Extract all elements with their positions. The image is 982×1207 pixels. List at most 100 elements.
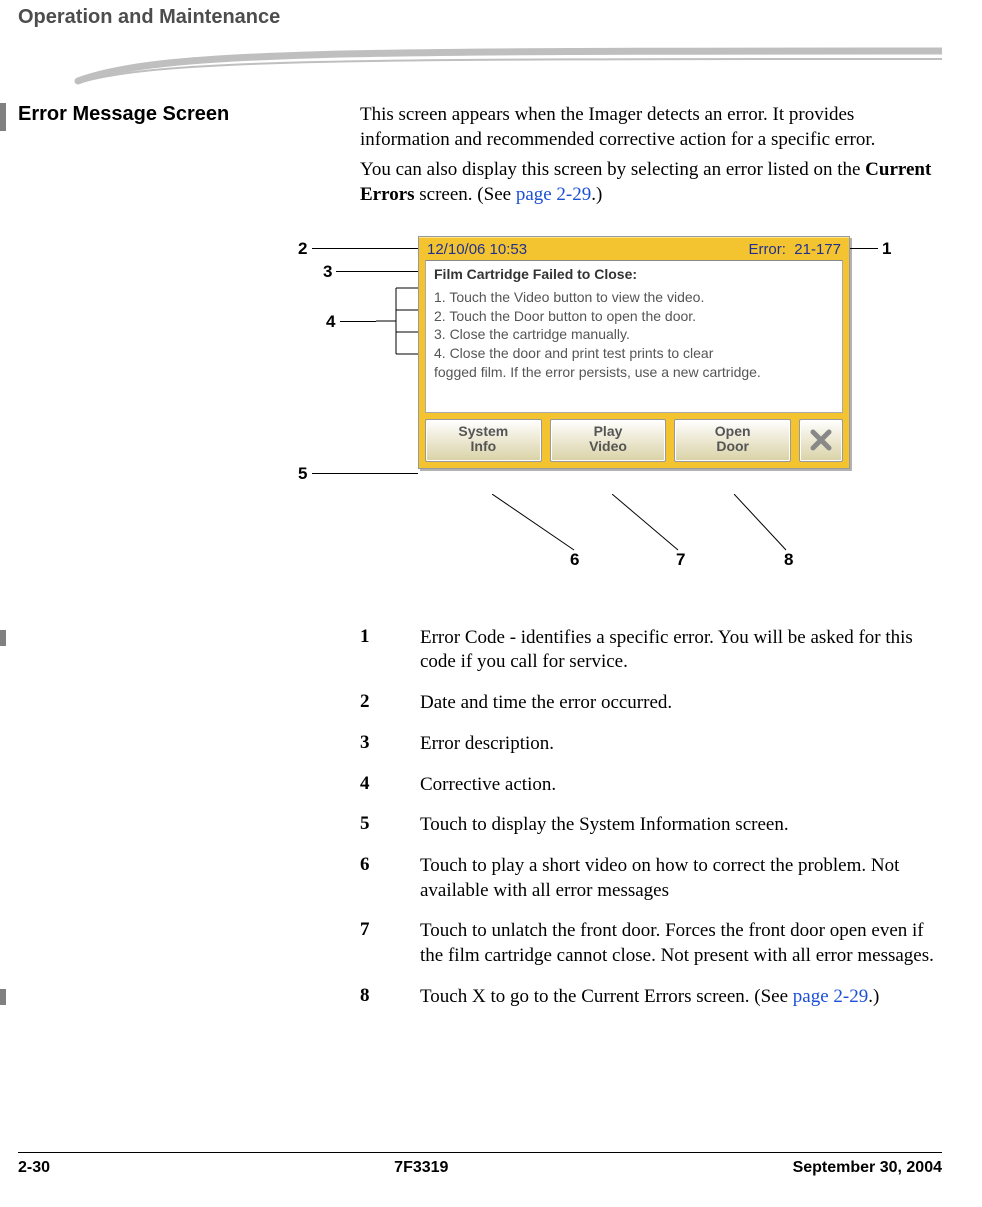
bracket-icon xyxy=(376,286,420,360)
leader-line xyxy=(336,271,418,272)
left-column: Error Message Screen xyxy=(18,103,360,126)
legend-text-span: Touch to unlatch the front door. Forces … xyxy=(420,920,934,966)
open-door-button-l2: Door xyxy=(679,439,786,454)
legend-text-span: Corrective action. xyxy=(420,774,556,795)
intro-para-1: This screen appears when the Imager dete… xyxy=(360,103,942,152)
legend-number: 7 xyxy=(360,919,420,941)
intro-para-2-link[interactable]: page 2-29 xyxy=(516,184,591,205)
legend-text: Corrective action. xyxy=(420,773,942,798)
legend-text-span: Touch xyxy=(420,986,472,1007)
dialog-body-title: Film Cartridge Failed to Close: xyxy=(434,265,834,284)
legend-text: Date and time the error occurred. xyxy=(420,691,942,716)
figure: 2 3 4 5 1 6 7 8 xyxy=(298,236,918,596)
page-link[interactable]: page 2-29 xyxy=(793,986,868,1007)
section-title: Error Message Screen xyxy=(18,103,360,126)
legend-row: 2Date and time the error occurred. xyxy=(360,691,942,716)
legend-number: 6 xyxy=(360,854,420,876)
legend-row: 4Corrective action. xyxy=(360,773,942,798)
legend-row: 8Touch X to go to the Current Errors scr… xyxy=(360,985,942,1010)
legend-text-span: Error description. xyxy=(420,733,554,754)
footer-rule xyxy=(18,1152,942,1153)
legend-number: 5 xyxy=(360,813,420,835)
legend-row: 7Touch to unlatch the front door. Forces… xyxy=(360,919,942,968)
dialog-button-row: System Info Play Video Open Door xyxy=(419,419,849,468)
footer-page: 2-30 xyxy=(18,1159,50,1177)
callout-3: 3 xyxy=(323,262,332,282)
legend-text: Error Code - identifies a specific error… xyxy=(420,626,942,675)
legend-text-span: Touch to play a short video on how to co… xyxy=(420,855,899,901)
legend-row: 6Touch to play a short video on how to c… xyxy=(360,854,942,903)
dialog-titlebar: 12/10/06 10:53 Error: 21-177 xyxy=(419,237,849,260)
close-button[interactable] xyxy=(799,419,843,462)
legend-text-span: Current Errors xyxy=(581,986,691,1007)
dialog-step-2: 2. Touch the Door button to open the doo… xyxy=(434,307,834,326)
change-bar-icon xyxy=(0,103,6,131)
system-info-button-l1: System xyxy=(430,424,537,439)
footer-row: 2-30 7F3319 September 30, 2004 xyxy=(18,1159,942,1177)
legend-text: Touch to play a short video on how to co… xyxy=(420,854,942,903)
footer-date: September 30, 2004 xyxy=(793,1159,942,1177)
legend-text: Touch to display the System Information … xyxy=(420,813,942,838)
change-bar-icon xyxy=(0,630,6,646)
header-row: Operation and Maintenance xyxy=(18,6,942,29)
callout-5: 5 xyxy=(298,464,307,484)
leader-line xyxy=(612,494,682,554)
legend-text-span: Touch to display the xyxy=(420,814,579,835)
legend-row: 5Touch to display the System Information… xyxy=(360,813,942,838)
legend-number: 3 xyxy=(360,732,420,754)
content: Error Message Screen This screen appears… xyxy=(18,103,942,1009)
footer: 2-30 7F3319 September 30, 2004 xyxy=(18,1152,942,1177)
open-door-button-l1: Open xyxy=(679,424,786,439)
open-door-button[interactable]: Open Door xyxy=(674,419,791,462)
dialog-step-4: 4. Close the door and print test prints … xyxy=(434,344,834,363)
close-icon xyxy=(810,429,832,451)
legend-number: 2 xyxy=(360,691,420,713)
legend-text: Touch X to go to the Current Errors scre… xyxy=(420,985,942,1010)
legend-text-span: Error Code - identifies a specific error… xyxy=(420,627,913,673)
footer-docnum: 7F3319 xyxy=(394,1159,448,1177)
header-swoosh xyxy=(18,39,942,99)
dialog-error-code: 21-177 xyxy=(794,241,841,258)
dialog-step-1: 1. Touch the Video button to view the vi… xyxy=(434,288,834,307)
leader-line xyxy=(492,494,582,554)
system-info-button[interactable]: System Info xyxy=(425,419,542,462)
legend-text: Touch to unlatch the front door. Forces … xyxy=(420,919,942,968)
system-info-button-l2: Info xyxy=(430,439,537,454)
intro-para-2-pre: You can also display this screen by sele… xyxy=(360,159,865,180)
intro-para-2: You can also display this screen by sele… xyxy=(360,158,942,207)
page: Operation and Maintenance Error Message … xyxy=(0,0,982,1207)
legend-text-span: screen. xyxy=(731,814,789,835)
legend-list: 1Error Code - identifies a specific erro… xyxy=(360,626,942,1010)
legend-text-span: X xyxy=(472,986,486,1007)
legend-number: 8 xyxy=(360,985,420,1007)
leader-line xyxy=(734,494,794,554)
play-video-button-l2: Video xyxy=(555,439,662,454)
legend-text-span: System Information xyxy=(579,814,730,835)
dialog-step-tail: fogged film. If the error persists, use … xyxy=(434,363,834,382)
legend-row: 3Error description. xyxy=(360,732,942,757)
dialog-error-block: Error: 21-177 xyxy=(748,241,841,258)
legend-text-span: to go to the xyxy=(486,986,582,1007)
two-column-block: Error Message Screen This screen appears… xyxy=(18,103,942,214)
change-bar-icon xyxy=(0,989,6,1005)
legend-row: 1Error Code - identifies a specific erro… xyxy=(360,626,942,675)
dialog-datetime: 12/10/06 10:53 xyxy=(427,241,527,258)
dialog-step-3: 3. Close the cartridge manually. xyxy=(434,325,834,344)
callout-2: 2 xyxy=(298,239,307,259)
intro-para-2-mid: screen. (See xyxy=(415,184,516,205)
running-head: Operation and Maintenance xyxy=(18,6,280,29)
callout-4: 4 xyxy=(326,312,335,332)
error-dialog: 12/10/06 10:53 Error: 21-177 Film Cartri… xyxy=(418,236,850,469)
legend-text-span: .) xyxy=(868,986,879,1007)
dialog-body: Film Cartridge Failed to Close: 1. Touch… xyxy=(425,260,843,413)
legend-text: Error description. xyxy=(420,732,942,757)
legend-text-span: screen. (See xyxy=(692,986,793,1007)
leader-line xyxy=(312,473,418,474)
legend-number: 1 xyxy=(360,626,420,648)
dialog-error-label: Error: xyxy=(748,241,786,258)
legend-number: 4 xyxy=(360,773,420,795)
intro-para-2-post: .) xyxy=(591,184,602,205)
leader-line xyxy=(340,321,376,322)
play-video-button[interactable]: Play Video xyxy=(550,419,667,462)
right-column: This screen appears when the Imager dete… xyxy=(360,103,942,214)
